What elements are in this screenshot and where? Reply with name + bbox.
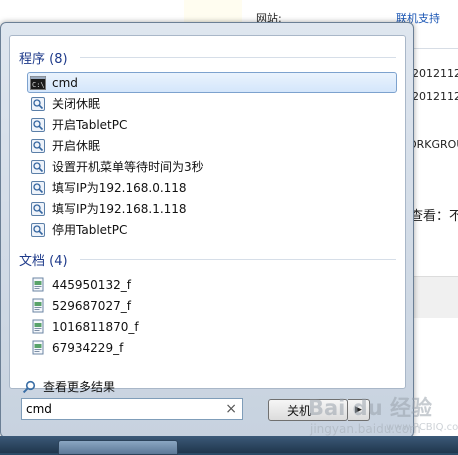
program-item[interactable]: 填写IP为192.168.1.118 (27, 198, 397, 219)
shutdown-options-arrow[interactable]: ▶ (348, 399, 370, 421)
program-item[interactable]: 开启休眠 (27, 135, 397, 156)
program-item[interactable]: 开启TabletPC (27, 114, 397, 135)
document-item-label: 1016811870_f (52, 319, 139, 334)
program-item[interactable]: 停用TabletPC (27, 219, 397, 240)
search-box[interactable]: × (21, 398, 243, 420)
see-more-results-link[interactable]: 查看更多结果 (19, 378, 115, 395)
program-item-label: 停用TabletPC (52, 223, 128, 237)
document-item-label: 529687027_f (52, 298, 131, 313)
svg-text:C:\: C:\ (32, 81, 45, 89)
document-item[interactable]: 67934229_f (27, 337, 397, 358)
document-icon (30, 319, 46, 335)
document-icon (30, 340, 46, 356)
script-icon (30, 222, 46, 238)
program-item-label: 填写IP为192.168.1.118 (52, 202, 187, 216)
documents-section-rule (80, 259, 396, 260)
search-icon (21, 379, 37, 395)
script-icon (30, 96, 46, 112)
program-item[interactable]: 设置开机菜单等待时间为3秒 (27, 156, 397, 177)
documents-section-header: 文档 (4) (19, 254, 68, 269)
see-more-results-label: 查看更多结果 (43, 380, 116, 394)
script-icon (30, 138, 46, 154)
program-item-label: 关闭休眠 (52, 97, 101, 111)
script-icon (30, 117, 46, 133)
program-item-label: 开启休眠 (52, 139, 101, 153)
program-item[interactable]: 关闭休眠 (27, 93, 397, 114)
document-item[interactable]: 1016811870_f (27, 316, 397, 337)
document-item-label: 445950132_f (52, 277, 131, 292)
clear-search-icon[interactable]: × (225, 400, 237, 418)
programs-section-rule (80, 57, 396, 58)
cmd-icon: C:\ (30, 75, 46, 91)
document-item[interactable]: 529687027_f (27, 295, 397, 316)
script-icon (30, 180, 46, 196)
document-item[interactable]: 445950132_f (27, 274, 397, 295)
program-item-label: 设置开机菜单等待时间为3秒 (52, 160, 204, 174)
search-results-pane: 程序 (8) C:\ cmd 关闭休眠开启TabletPC 开启休眠设置开机菜单等待时… (9, 35, 406, 394)
program-item-label: 填写IP为192.168.0.118 (52, 181, 187, 195)
script-icon (30, 201, 46, 217)
chevron-right-icon: ▶ (355, 405, 362, 415)
program-item[interactable]: C:\ cmd (27, 72, 397, 93)
program-item-label: 开启TabletPC (52, 118, 128, 132)
shutdown-button[interactable]: 关机 (268, 399, 348, 421)
install-date-text: -2012112 (408, 67, 458, 80)
document-item-label: 67934229_f (52, 340, 124, 355)
modify-date-text: -2012112 (408, 90, 458, 103)
script-icon (30, 159, 46, 175)
program-item[interactable]: 填写IP为192.168.0.118 (27, 177, 397, 198)
workgroup-text: ORKGROU (408, 138, 458, 151)
document-icon (30, 277, 46, 293)
program-item-label: cmd (52, 75, 78, 90)
programs-section-header: 程序 (8) (19, 52, 68, 67)
view-label: 查看：不 (410, 209, 458, 224)
document-icon (30, 298, 46, 314)
start-menu: 程序 (8) C:\ cmd 关闭休眠开启TabletPC 开启休眠设置开机菜单等待时… (0, 22, 414, 438)
search-input[interactable] (26, 401, 216, 417)
